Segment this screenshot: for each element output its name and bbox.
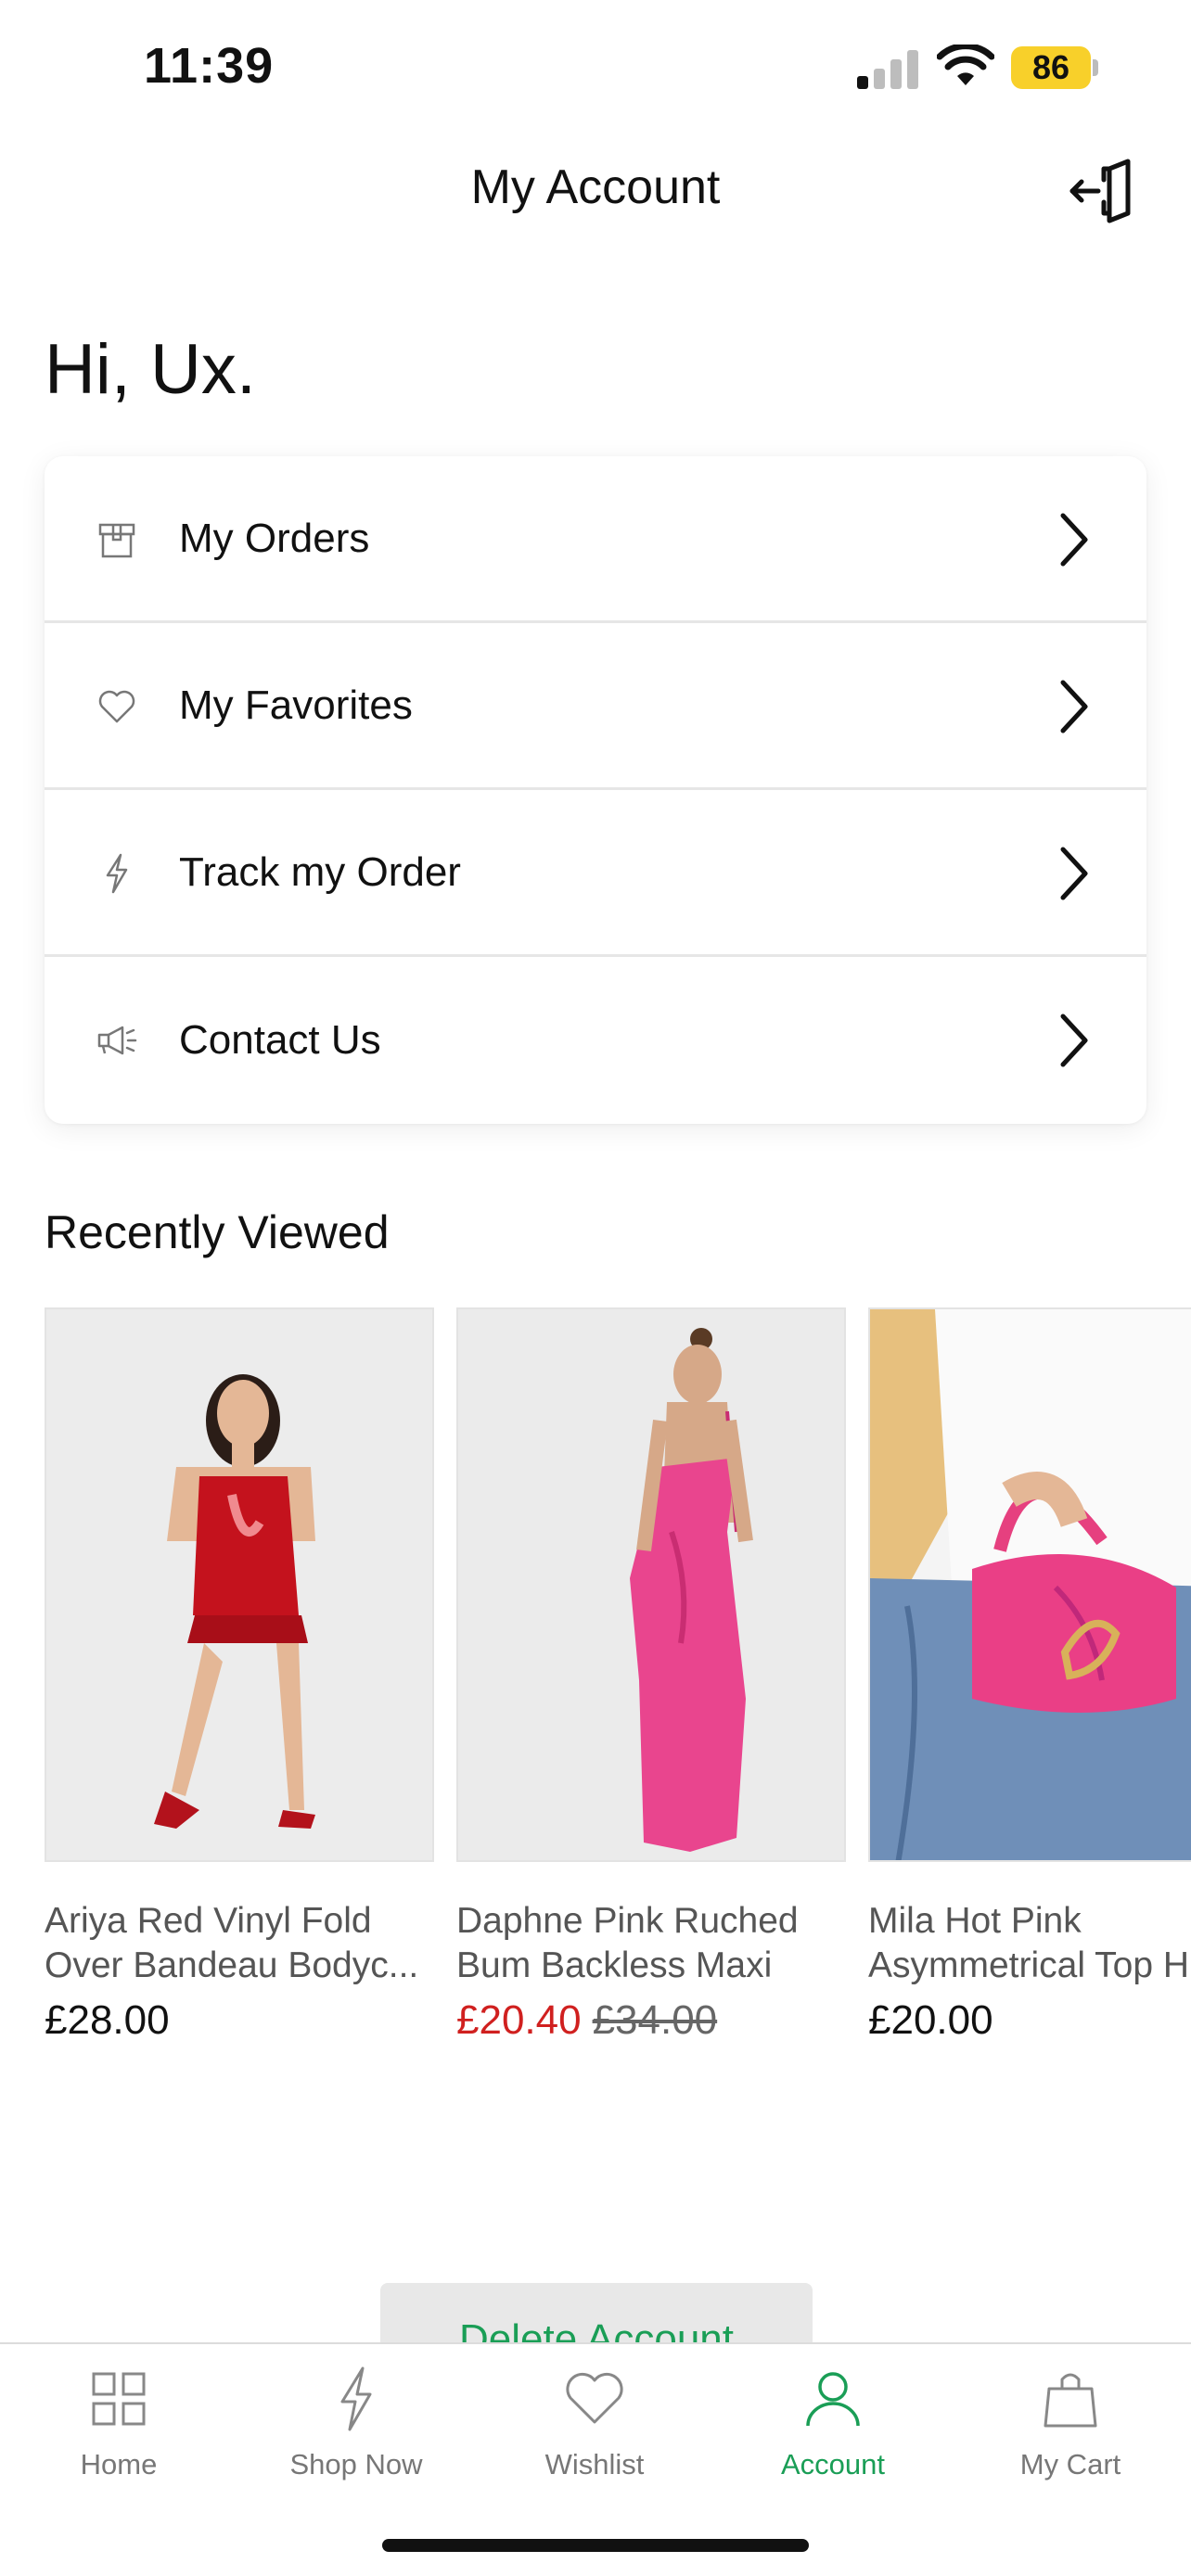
menu-item-my-orders[interactable]: My Orders [45,456,1146,623]
box-icon [98,523,135,558]
tab-label: My Cart [1019,2448,1121,2480]
tab-home[interactable]: Home [0,2366,237,2496]
heart-icon [566,2372,623,2424]
tab-wishlist[interactable]: Wishlist [476,2366,713,2496]
page-title: My Account [470,160,721,214]
home-indicator [382,2539,809,2552]
product-card[interactable]: Ariya Red Vinyl Fold Over Bandeau Bodyc.… [45,1307,434,2044]
tab-label: Account [780,2448,885,2480]
menu-item-label: Track my Order [179,848,461,895]
product-name-line1: Mila Hot Pink [868,1901,1082,1941]
heart-icon [98,690,135,723]
menu-item-label: Contact Us [179,1017,381,1063]
grid-icon [92,2372,146,2426]
product-price: £20.40 £34.00 [456,1997,846,2044]
tab-my-cart[interactable]: My Cart [952,2366,1189,2496]
product-image[interactable] [45,1307,434,1862]
sale-price: £20.40 [456,1997,582,2043]
account-menu: My Orders My Favorites Track my Order Co… [45,456,1146,1124]
menu-item-contact-us[interactable]: Contact Us [45,957,1146,1124]
product-name-line2: Asymmetrical Top H [868,1945,1190,1985]
recently-viewed-carousel[interactable]: Ariya Red Vinyl Fold Over Bandeau Bodyc.… [45,1307,1191,2068]
product-name-line2: Bum Backless Maxi [456,1945,773,1985]
status-time: 11:39 [144,38,275,94]
tab-shop-now[interactable]: Shop Now [237,2366,475,2496]
chevron-right-icon [1060,1014,1088,1067]
menu-item-my-favorites[interactable]: My Favorites [45,623,1146,790]
tab-account[interactable]: Account [714,2366,952,2496]
tab-label: Shop Now [289,2448,423,2480]
battery-level: 86 [1011,46,1091,89]
tab-label: Home [80,2448,158,2480]
product-image[interactable] [456,1307,846,1862]
megaphone-icon [97,1026,137,1055]
product-name-line1: Daphne Pink Ruched [456,1901,799,1941]
chevron-right-icon [1060,847,1088,900]
chevron-right-icon [1060,513,1088,567]
logout-icon[interactable] [1067,156,1137,226]
product-price: £20.00 [868,1997,993,2043]
recently-viewed-title: Recently Viewed [45,1206,390,1258]
product-name-line2: Over Bandeau Bodyc... [45,1945,419,1985]
status-bar: 11:39 86 [0,0,1191,139]
user-icon [806,2372,860,2427]
menu-item-label: My Orders [179,515,370,561]
tab-label: Wishlist [544,2448,645,2480]
chevron-right-icon [1060,680,1088,733]
menu-item-track-order[interactable]: Track my Order [45,790,1146,957]
bag-icon [1044,2373,1097,2428]
product-card[interactable]: Mila Hot Pink Asymmetrical Top H £20.00 [868,1307,1191,2044]
menu-item-label: My Favorites [179,682,413,728]
product-price: £28.00 [45,1997,170,2043]
greeting: Hi, Ux. [45,330,256,409]
lightning-icon [340,2366,372,2431]
product-image[interactable] [868,1307,1191,1862]
product-name-line1: Ariya Red Vinyl Fold [45,1901,372,1941]
product-card[interactable]: Daphne Pink Ruched Bum Backless Maxi £20… [456,1307,846,2044]
battery-icon: 86 [1011,43,1100,95]
cellular-signal-icon [857,50,918,89]
original-price: £34.00 [592,1997,718,2043]
wifi-icon [937,45,994,85]
lightning-icon [106,853,128,894]
